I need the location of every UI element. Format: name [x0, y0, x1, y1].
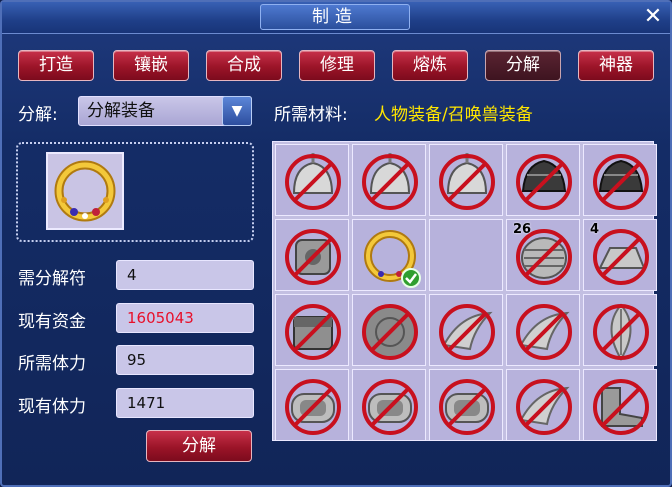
inventory-slot[interactable]	[352, 294, 426, 366]
inventory-slot[interactable]: 26	[506, 219, 580, 291]
inventory-slot[interactable]	[275, 294, 349, 366]
stack-count: 26	[513, 222, 532, 237]
inventory-slot[interactable]	[429, 294, 503, 366]
stamina-required-value: 95	[116, 345, 254, 375]
stack-count: 4	[590, 222, 600, 237]
inventory-slot[interactable]	[352, 369, 426, 441]
jeweled-ring-icon	[54, 160, 116, 222]
materials-value: 人物装备/召唤兽装备	[374, 105, 533, 125]
title-bar[interactable]: 制造 ✕	[2, 2, 670, 34]
empty-slot	[430, 220, 503, 291]
talisman-required-label: 需分解符	[18, 269, 86, 289]
jeweled-ring-icon	[364, 230, 421, 288]
claw-weapon-icon	[516, 379, 572, 435]
inventory-slot[interactable]	[275, 219, 349, 291]
tab-6[interactable]: 分解	[485, 50, 561, 81]
tab-5[interactable]: 熔炼	[392, 50, 468, 81]
inventory-grid: 26 4	[272, 141, 657, 441]
inventory-slot[interactable]	[352, 144, 426, 216]
bracer-icon	[285, 379, 341, 435]
feather-icon	[593, 303, 649, 361]
inventory-slot[interactable]	[506, 144, 580, 216]
tab-1[interactable]: 打造	[18, 50, 94, 81]
window-title: 制造	[260, 4, 410, 30]
helmet-icon	[285, 153, 341, 210]
tab-7[interactable]: 神器	[578, 50, 654, 81]
bracer-icon	[362, 379, 418, 435]
inventory-slot[interactable]	[429, 219, 503, 291]
inventory-slot[interactable]	[506, 369, 580, 441]
selected-item-slot[interactable]	[46, 152, 124, 230]
boots-icon	[593, 379, 649, 435]
chest-icon	[285, 304, 341, 360]
tab-bar: 打造 镶嵌 合成 修理 熔炼 分解 神器	[18, 50, 658, 82]
current-stamina-label: 现有体力	[18, 397, 86, 417]
tab-4[interactable]: 修理	[299, 50, 375, 81]
inventory-slot[interactable]	[275, 369, 349, 441]
dark-helmet-icon	[516, 154, 572, 210]
decompose-type-label: 分解:	[18, 105, 58, 125]
stamina-required-label: 所需体力	[18, 354, 86, 374]
inventory-slot[interactable]	[583, 369, 657, 441]
materials-label: 所需材料:	[274, 105, 348, 125]
close-button[interactable]: ✕	[640, 6, 666, 30]
inventory-slot[interactable]: 4	[583, 219, 657, 291]
claw-weapon-icon	[516, 304, 572, 360]
tab-2[interactable]: 镶嵌	[113, 50, 189, 81]
current-funds-label: 现有资金	[18, 312, 86, 332]
claw-weapon-icon	[439, 304, 495, 360]
inventory-slot[interactable]	[429, 369, 503, 441]
tab-3[interactable]: 合成	[206, 50, 282, 81]
helmet-icon	[439, 153, 495, 210]
inventory-slot[interactable]	[583, 294, 657, 366]
stone-disc-icon	[362, 304, 418, 360]
inventory-slot[interactable]	[429, 144, 503, 216]
dark-helmet-icon	[593, 154, 649, 210]
current-funds-value: 1605043	[116, 303, 254, 333]
chevron-down-icon[interactable]: ▼	[222, 96, 252, 126]
bracer-icon	[439, 379, 495, 435]
gauntlet-icon	[285, 229, 341, 285]
talisman-required-value: 4	[116, 260, 254, 290]
current-stamina-value: 1471	[116, 388, 254, 418]
inventory-slot[interactable]	[506, 294, 580, 366]
inventory-slot[interactable]	[275, 144, 349, 216]
inventory-slot[interactable]	[583, 144, 657, 216]
helmet-icon	[362, 153, 418, 210]
inventory-slot[interactable]	[352, 219, 426, 291]
decompose-button[interactable]: 分解	[146, 430, 252, 462]
